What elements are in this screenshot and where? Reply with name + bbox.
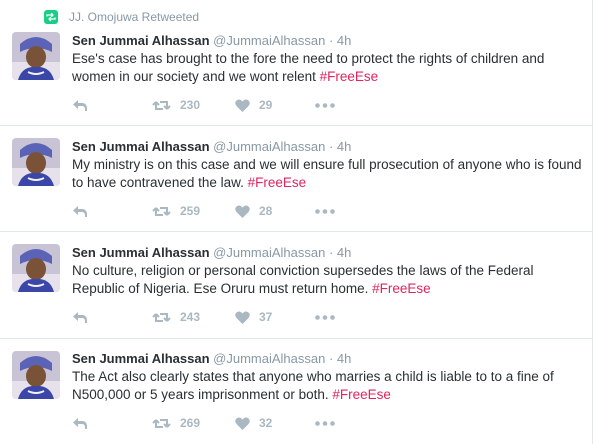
reply-icon <box>73 311 87 323</box>
retweet-badge-icon <box>43 10 59 24</box>
tweet-text: The Act also clearly states that anyone … <box>72 368 582 404</box>
avatar[interactable] <box>12 138 60 186</box>
like-button[interactable]: 32 <box>235 416 315 430</box>
retweet-context-label: JJ. Omojuwa Retweeted <box>69 10 200 24</box>
tweet-text: No culture, religion or personal convict… <box>72 262 582 298</box>
tweet[interactable]: JJ. Omojuwa Retweeted Sen Jummai Alhassa… <box>0 0 592 126</box>
more-button[interactable] <box>315 420 335 426</box>
heart-icon <box>235 98 250 112</box>
retweet-icon <box>152 206 171 216</box>
hashtag-link[interactable]: #FreeEse <box>332 387 391 402</box>
author-handle[interactable]: @JummaiAlhassan <box>213 139 325 154</box>
author-name[interactable]: Sen Jummai Alhassan <box>72 139 210 154</box>
reply-icon <box>73 99 87 111</box>
tweet-header: Sen Jummai Alhassan @JummaiAlhassan · 4h <box>72 33 351 48</box>
tweet-text: My ministry is on this case and we will … <box>72 156 582 192</box>
tweet[interactable]: Sen Jummai Alhassan @JummaiAlhassan · 4h… <box>0 232 592 339</box>
avatar[interactable] <box>12 351 60 399</box>
tweet-body: The Act also clearly states that anyone … <box>72 369 554 402</box>
reply-button[interactable] <box>72 311 152 324</box>
retweet-button[interactable]: 230 <box>152 98 235 112</box>
retweet-context[interactable]: JJ. Omojuwa Retweeted <box>43 10 199 24</box>
like-count: 29 <box>259 98 273 112</box>
tweet-body: No culture, religion or personal convict… <box>72 263 534 296</box>
more-dots-icon <box>315 314 335 320</box>
tweet-header: Sen Jummai Alhassan @JummaiAlhassan · 4h <box>72 351 351 366</box>
retweet-count: 269 <box>180 416 201 430</box>
reply-icon <box>73 417 87 429</box>
hashtag-link[interactable]: #FreeEse <box>248 175 307 190</box>
retweet-count: 259 <box>180 204 201 218</box>
retweet-button[interactable]: 269 <box>152 416 235 430</box>
like-button[interactable]: 29 <box>235 98 315 112</box>
separator-dot: · <box>328 351 334 366</box>
heart-icon <box>235 204 250 218</box>
like-count: 28 <box>259 204 273 218</box>
retweet-icon <box>152 312 171 322</box>
reply-button[interactable] <box>72 205 152 218</box>
avatar[interactable] <box>12 32 60 80</box>
tweet-body: My ministry is on this case and we will … <box>72 157 582 190</box>
tweet-actions: 269 32 <box>72 413 335 433</box>
tweet-actions: 259 28 <box>72 201 335 221</box>
retweet-button[interactable]: 259 <box>152 204 235 218</box>
tweet[interactable]: Sen Jummai Alhassan @JummaiAlhassan · 4h… <box>0 339 592 444</box>
heart-icon <box>235 310 250 324</box>
avatar[interactable] <box>12 244 60 292</box>
timestamp[interactable]: 4h <box>337 245 351 260</box>
author-handle[interactable]: @JummaiAlhassan <box>213 33 325 48</box>
more-button[interactable] <box>315 102 335 108</box>
like-button[interactable]: 37 <box>235 310 315 324</box>
author-handle[interactable]: @JummaiAlhassan <box>213 351 325 366</box>
tweet-actions: 230 29 <box>72 95 335 115</box>
author-handle[interactable]: @JummaiAlhassan <box>213 245 325 260</box>
timestamp[interactable]: 4h <box>337 33 351 48</box>
tweet-header: Sen Jummai Alhassan @JummaiAlhassan · 4h <box>72 139 351 154</box>
reply-icon <box>73 205 87 217</box>
like-count: 37 <box>259 310 273 324</box>
tweet-header: Sen Jummai Alhassan @JummaiAlhassan · 4h <box>72 245 351 260</box>
separator-dot: · <box>328 33 334 48</box>
more-button[interactable] <box>315 314 335 320</box>
more-dots-icon <box>315 420 335 426</box>
retweet-count: 230 <box>180 98 201 112</box>
tweet-text: Ese's case has brought to the fore the n… <box>72 50 582 86</box>
tweet-actions: 243 37 <box>72 307 335 327</box>
retweet-icon <box>152 100 171 110</box>
reply-button[interactable] <box>72 99 152 112</box>
retweet-button[interactable]: 243 <box>152 310 235 324</box>
hashtag-link[interactable]: #FreeEse <box>372 281 431 296</box>
retweet-icon <box>152 418 171 428</box>
author-name[interactable]: Sen Jummai Alhassan <box>72 245 210 260</box>
heart-icon <box>235 416 250 430</box>
timeline: JJ. Omojuwa Retweeted Sen Jummai Alhassa… <box>0 0 593 444</box>
like-button[interactable]: 28 <box>235 204 315 218</box>
hashtag-link[interactable]: #FreeEse <box>320 69 379 84</box>
separator-dot: · <box>328 245 334 260</box>
tweet[interactable]: Sen Jummai Alhassan @JummaiAlhassan · 4h… <box>0 126 592 232</box>
like-count: 32 <box>259 416 273 430</box>
timestamp[interactable]: 4h <box>337 351 351 366</box>
separator-dot: · <box>328 139 334 154</box>
author-name[interactable]: Sen Jummai Alhassan <box>72 351 210 366</box>
more-dots-icon <box>315 102 335 108</box>
reply-button[interactable] <box>72 417 152 430</box>
more-button[interactable] <box>315 208 335 214</box>
retweet-count: 243 <box>180 310 201 324</box>
more-dots-icon <box>315 208 335 214</box>
tweet-body: Ese's case has brought to the fore the n… <box>72 51 545 84</box>
author-name[interactable]: Sen Jummai Alhassan <box>72 33 210 48</box>
timestamp[interactable]: 4h <box>337 139 351 154</box>
